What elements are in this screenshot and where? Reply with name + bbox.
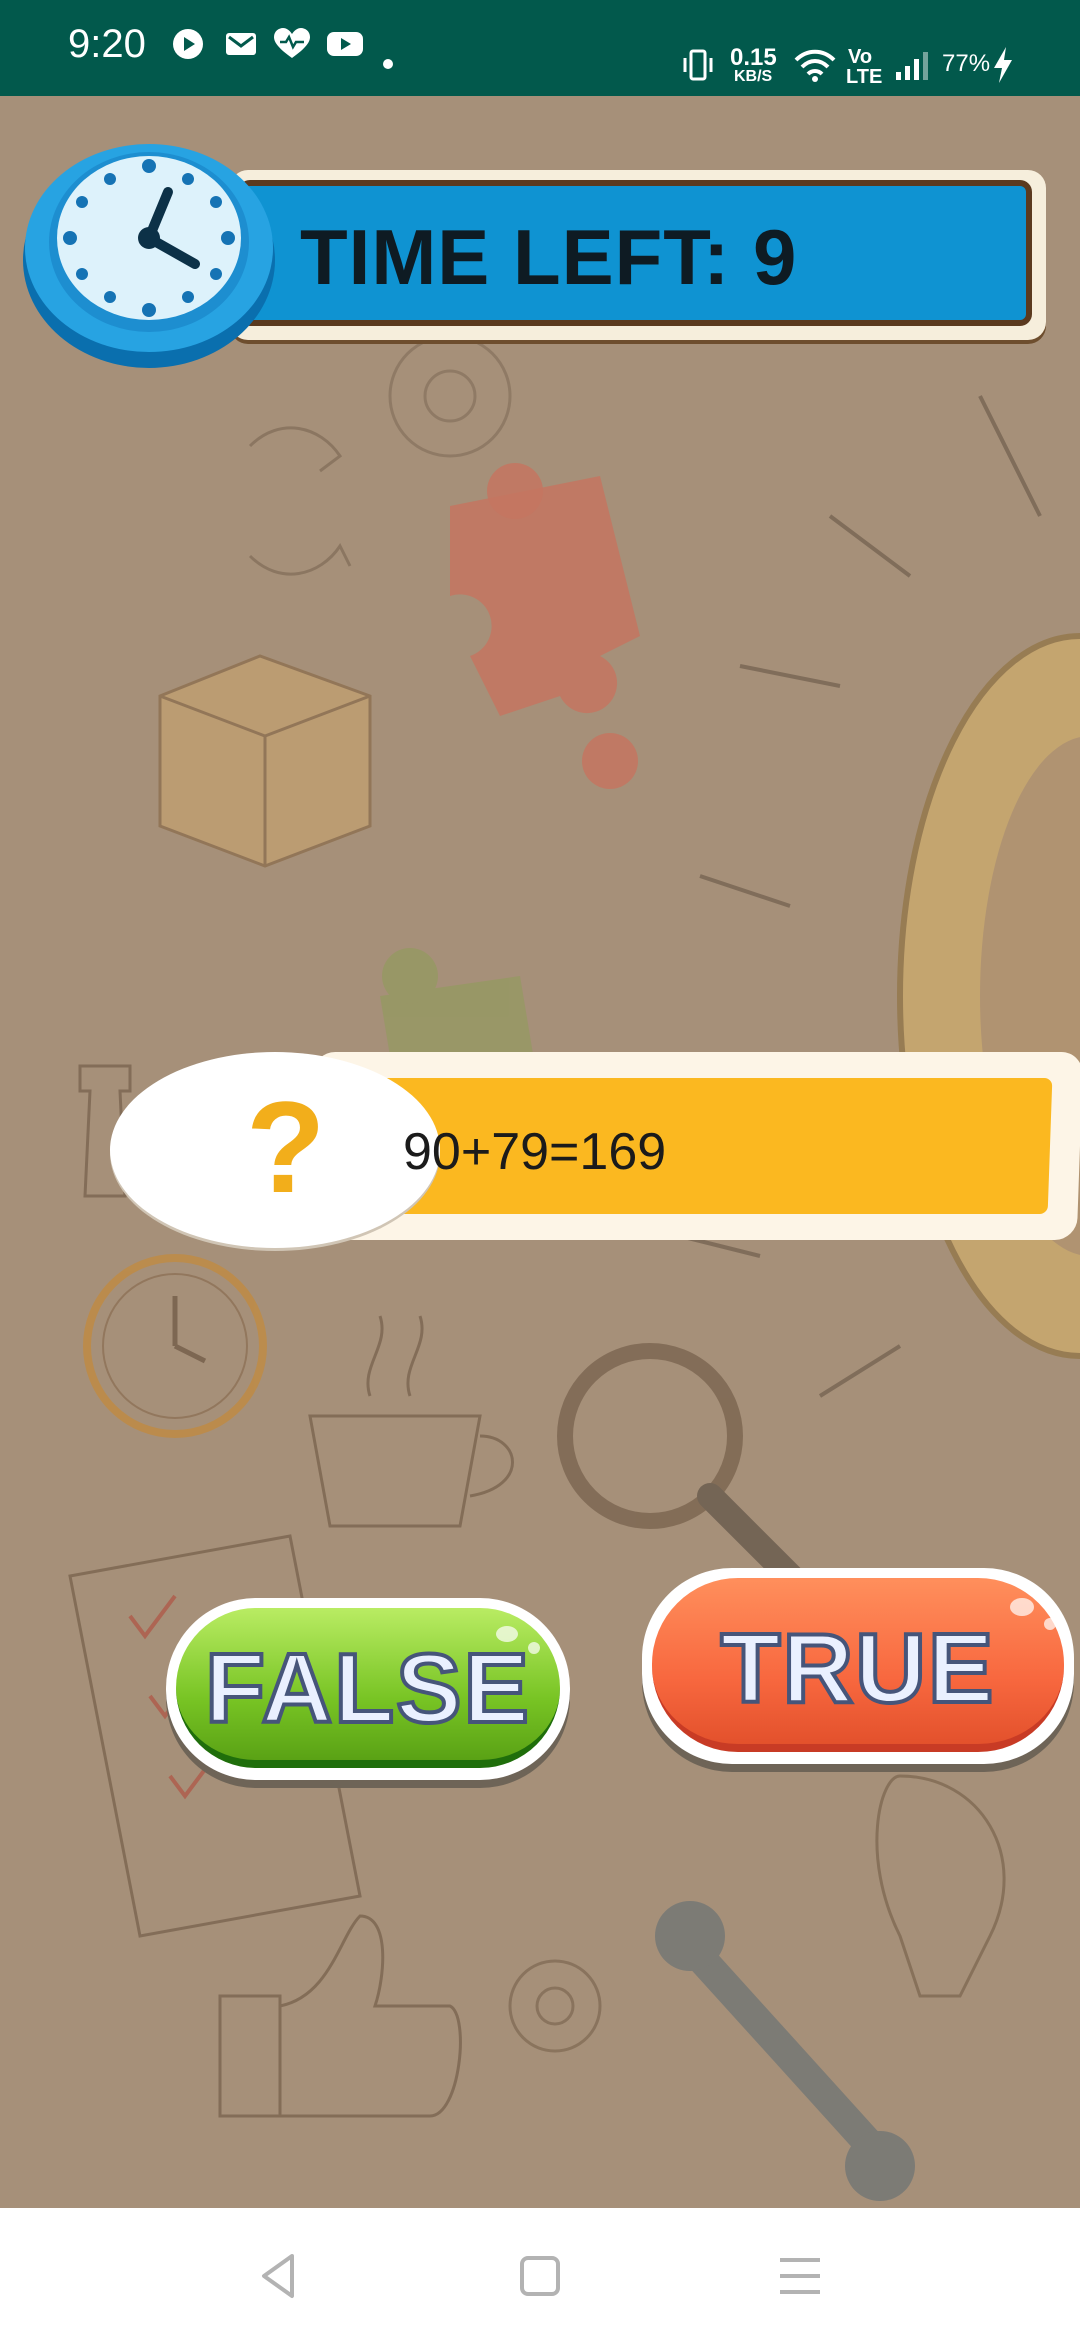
navigation-bar [0, 2208, 1080, 2340]
question-mark-badge: ? [110, 1052, 440, 1248]
dot-icon [383, 59, 393, 69]
wifi-icon [794, 49, 836, 82]
wrench-doodle [655, 1901, 915, 2201]
charging-icon [994, 47, 1012, 83]
signal-icon [896, 52, 928, 80]
box-doodle [158, 654, 372, 868]
net-speed-unit: KB/S [734, 68, 773, 85]
time-left-label: TIME LEFT: 9 [300, 213, 798, 301]
lightbulb-doodle [897, 633, 1080, 1359]
play-icon [173, 29, 203, 59]
true-button[interactable]: TRUE [642, 1568, 1074, 1764]
status-time: 9:20 [68, 22, 146, 66]
thumbs-up-doodle [218, 1914, 462, 2118]
menu-icon[interactable] [772, 2248, 828, 2304]
clock-icon [23, 144, 275, 368]
false-button[interactable]: FALSE [166, 1598, 570, 1780]
wall-clock-doodle [83, 1254, 267, 1438]
coffee-cup-doodle [308, 1315, 514, 1528]
magnifier-doodle [557, 1343, 823, 1609]
mail-icon [226, 33, 256, 55]
puzzle-piece-doodle [450, 463, 640, 789]
small-gear-doodle [508, 1959, 602, 2053]
back-icon[interactable] [252, 2248, 308, 2304]
battery-percent: 77% [942, 50, 991, 77]
vibrate-icon [683, 49, 713, 81]
true-button-label: TRUE [719, 1611, 996, 1725]
question-equation: 90+79=169 [403, 1123, 667, 1181]
status-bar: 9:20 0.15 KB/S Vo LTE 77% [0, 0, 1080, 96]
heart-icon [274, 28, 310, 58]
small-bulb-doodle [875, 1774, 1006, 1998]
question-mark-icon: ? [246, 1074, 326, 1220]
home-icon[interactable] [512, 2248, 568, 2304]
false-button-label: FALSE [203, 1631, 531, 1745]
youtube-icon [327, 32, 363, 56]
recycle-arrows-doodle [248, 426, 352, 576]
volte-bottom: LTE [846, 66, 883, 88]
